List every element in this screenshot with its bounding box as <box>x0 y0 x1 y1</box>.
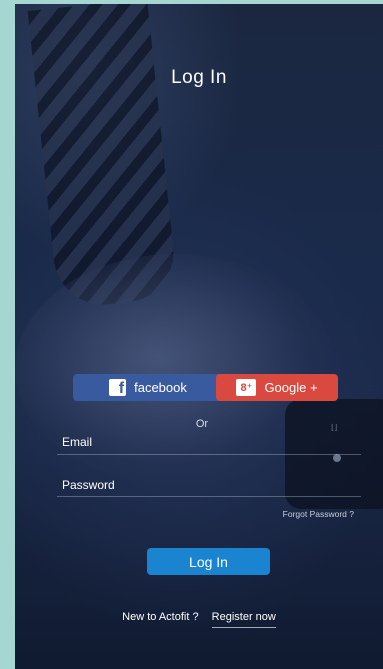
email-field[interactable]: Email <box>62 435 92 449</box>
login-button[interactable]: Log In <box>147 548 270 575</box>
facebook-icon: f <box>109 379 127 396</box>
forgot-password-link[interactable]: Forgot Password ? <box>283 509 354 519</box>
login-button-label: Log In <box>189 553 228 570</box>
google-login-button[interactable]: 8⁺ Google + <box>216 374 338 401</box>
password-field[interactable]: Password <box>62 478 115 492</box>
facebook-label: facebook <box>134 380 187 395</box>
login-screen: ⌊⌋ Log In f facebook 8⁺ Google + Or Emai… <box>15 4 383 669</box>
email-underline <box>57 454 361 455</box>
page-title: Log In <box>171 67 227 88</box>
footer: New to Actofit ? Register now <box>15 611 383 628</box>
google-plus-icon: 8⁺ <box>236 379 257 396</box>
password-underline <box>57 496 361 497</box>
google-label: Google + <box>264 380 318 395</box>
or-divider: Or <box>195 418 209 430</box>
facebook-login-button[interactable]: f facebook <box>73 374 223 401</box>
register-link[interactable]: Register now <box>211 611 276 628</box>
new-user-prompt: New to Actofit ? <box>122 611 199 623</box>
wristband-dot <box>333 454 341 462</box>
